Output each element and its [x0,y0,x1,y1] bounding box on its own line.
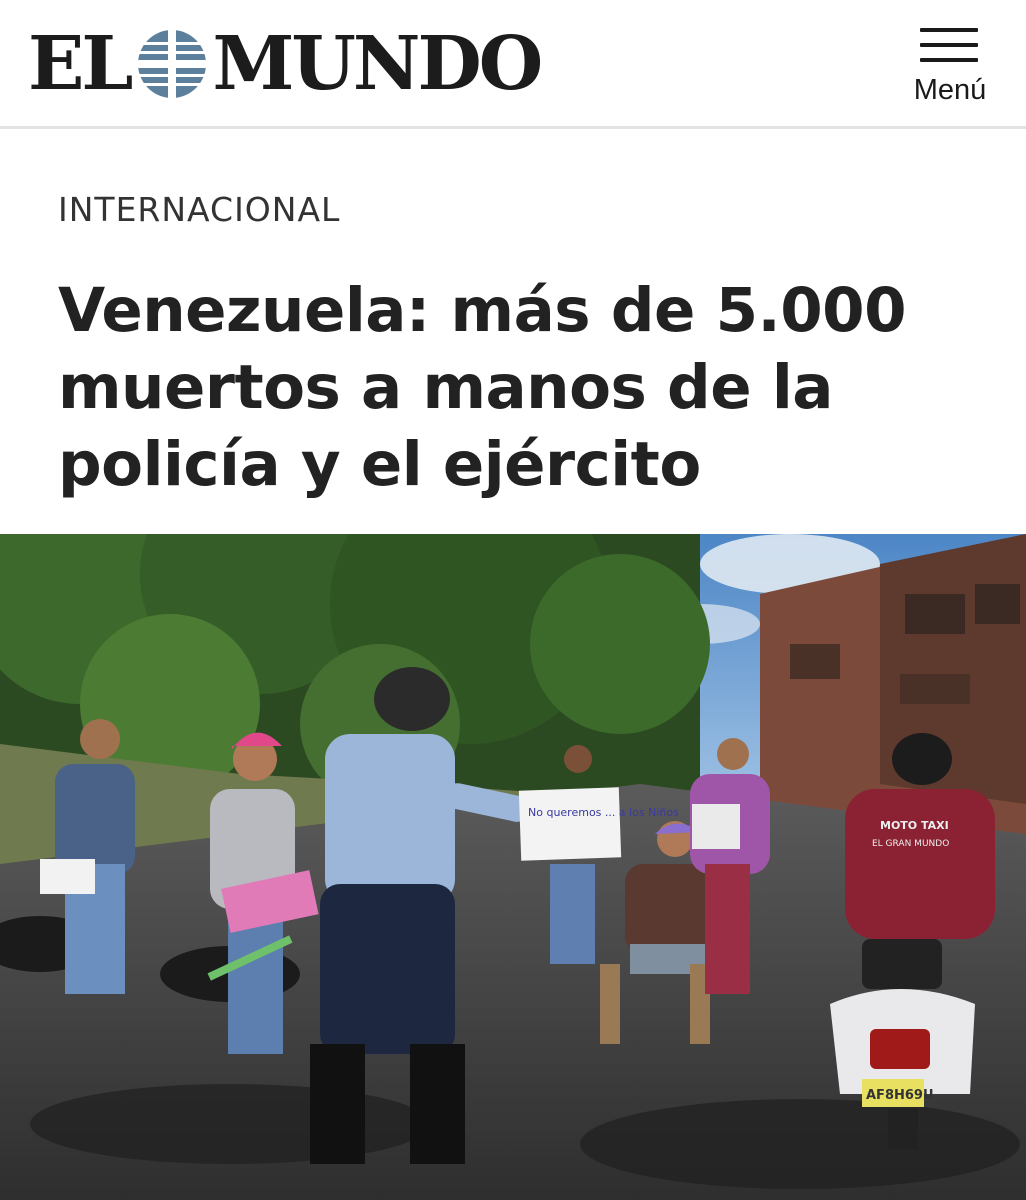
globe-logo-icon [136,28,209,100]
logo-text-right: MUNDO [212,21,543,107]
sign-text: No queremos ... a los Niños [528,806,679,819]
article-headline[interactable]: Venezuela: más de 5.000 muertos a manos … [58,272,978,503]
logo-text-left: EL [28,21,133,107]
el-mundo-logo[interactable]: EL MUNDO [28,21,543,107]
section-label[interactable]: INTERNACIONAL [58,190,340,229]
jacket-text-2: EL GRAN MUNDO [872,839,949,849]
menu-button[interactable]: Menú [904,24,996,110]
header-divider [0,126,1026,129]
license-plate: AF8H69U [866,1088,934,1103]
jacket-text-1: MOTO TAXI [880,819,949,832]
hamburger-icon [920,28,978,64]
street-protest-photo: No queremos ... a los Niños MOTO TAXI EL… [0,534,1026,1200]
article-photo: No queremos ... a los Niños MOTO TAXI EL… [0,534,1026,1200]
menu-label: Menú [913,74,987,106]
site-header: EL MUNDO Menú [0,0,1026,128]
